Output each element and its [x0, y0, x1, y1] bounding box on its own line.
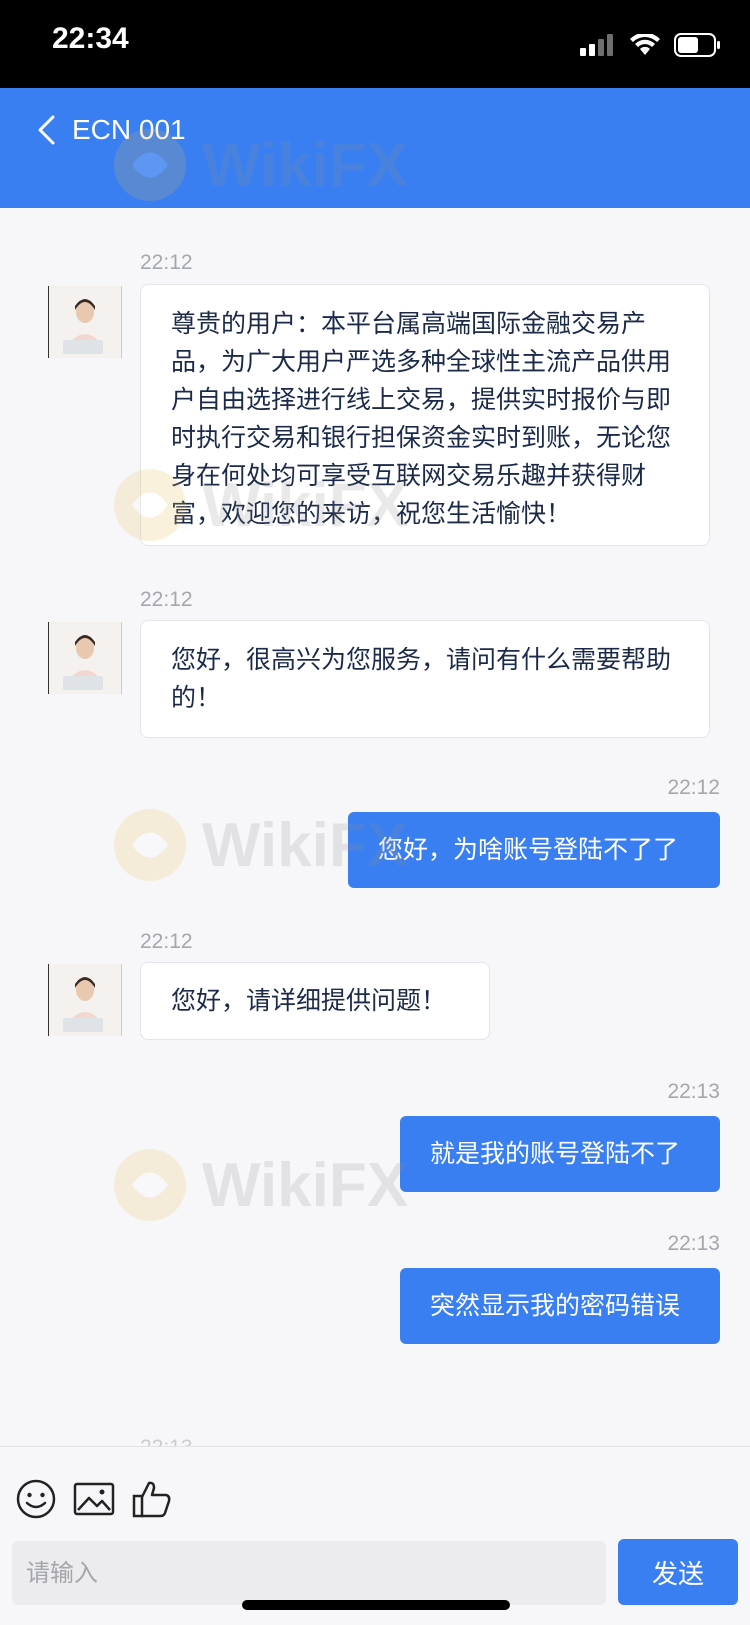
agent-avatar [48, 622, 122, 694]
message-bubble-incoming: 尊贵的用户：本平台属高端国际金融交易产品，为广大用户严选多种全球性主流产品供用户… [140, 284, 710, 546]
message-timestamp: 22:12 [140, 930, 193, 953]
message-bubble-incoming: 您好，请详细提供问题！ [140, 962, 490, 1040]
chevron-left-icon [38, 115, 55, 145]
back-button[interactable] [26, 110, 66, 150]
status-icons [580, 30, 722, 60]
status-bar: 22:34 [0, 0, 750, 88]
cellular-signal-icon [580, 34, 613, 56]
wifi-icon [630, 34, 660, 55]
image-icon [73, 1482, 115, 1516]
send-button[interactable]: 发送 [618, 1539, 738, 1605]
message-bubble-outgoing: 您好，为啥账号登陆不了了 [348, 812, 720, 888]
message-input[interactable] [12, 1541, 606, 1605]
page-title: ECN 001 [72, 114, 186, 145]
message-timestamp: 22:12 [140, 251, 193, 274]
message-timestamp: 22:13 [667, 1080, 720, 1103]
message-timestamp: 22:13 [667, 1232, 720, 1255]
emoji-icon [16, 1479, 56, 1519]
message-bubble-outgoing: 突然显示我的密码错误 [400, 1268, 720, 1344]
message-timestamp: 22:12 [140, 588, 193, 611]
agent-avatar [48, 964, 122, 1036]
emoji-button[interactable] [14, 1477, 58, 1521]
chat-area[interactable]: 22:12 尊贵的用户：本平台属高端国际金融交易产品，为广大用户严选多种全球性主… [0, 208, 750, 1446]
agent-avatar [48, 286, 122, 358]
message-bubble-outgoing: 就是我的账号登陆不了 [400, 1116, 720, 1192]
thumbs-up-icon [132, 1481, 171, 1518]
message-bubble-incoming: 您好，很高兴为您服务，请问有什么需要帮助的！ [140, 620, 710, 738]
header-bar: ECN 001 [0, 88, 750, 208]
status-time: 22:34 [52, 22, 129, 55]
message-timestamp-partial: 22:13 [140, 1436, 193, 1446]
composer-bar: 发送 [0, 1446, 750, 1625]
home-indicator [242, 1600, 510, 1610]
battery-icon [674, 33, 720, 57]
like-button[interactable] [130, 1477, 174, 1521]
message-timestamp: 22:12 [667, 776, 720, 799]
image-button[interactable] [72, 1477, 116, 1521]
